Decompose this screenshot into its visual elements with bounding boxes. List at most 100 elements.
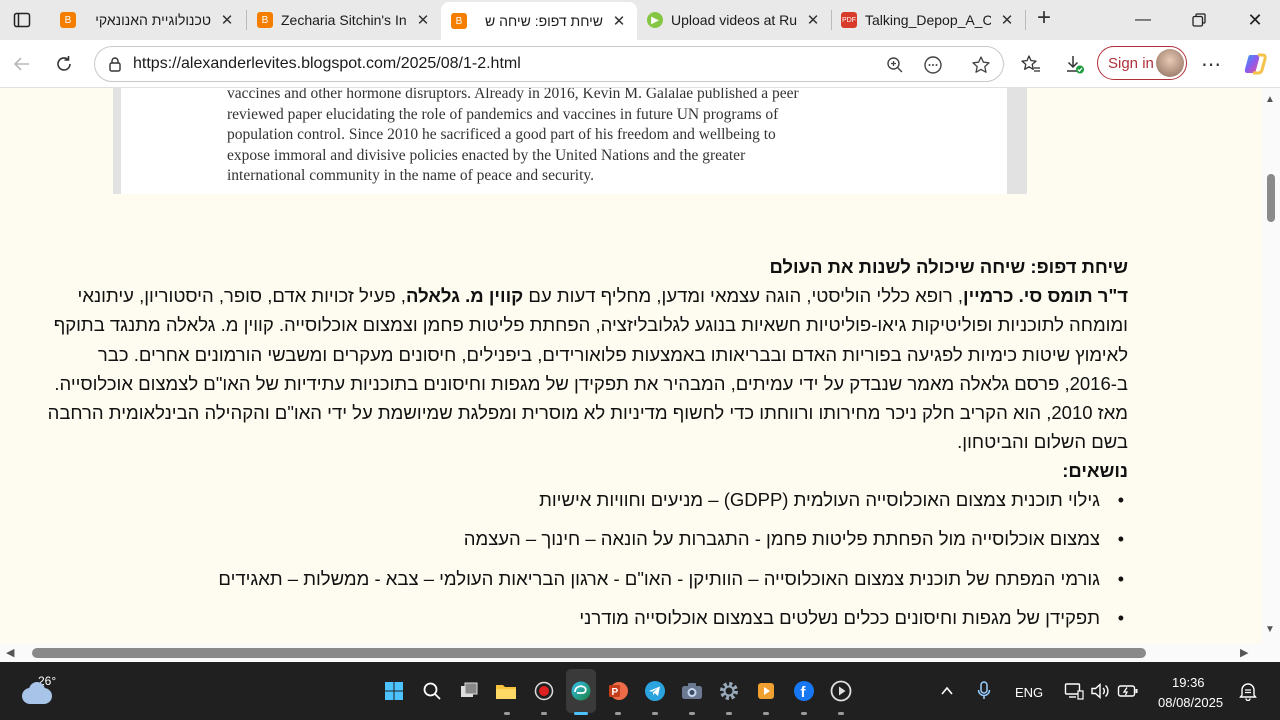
article-body: שיחת דפופ: שיחה שיכולה לשנות את העולם ד"… [40,252,1128,644]
tab-divider [1025,10,1026,30]
settings-gear-icon[interactable] [717,679,741,703]
scan-line: international community in the name of p… [227,167,594,184]
svg-text:P: P [612,687,619,698]
address-bar[interactable]: https://alexanderlevites.blogspot.com/20… [94,46,1004,82]
tab-title: שיחת דפופ: שיחה ש [485,13,603,29]
taskbar: 26° P f ENG 19:36 08/08/2025 [0,662,1280,720]
sign-in-button[interactable]: Sign in [1097,46,1187,80]
paragraph-text: , פעיל זכויות אדם, סופר, היסטוריון, עיתו… [47,285,1128,453]
settings-more-icon[interactable]: ⋯ [1195,48,1227,80]
browser-toolbar: https://alexanderlevites.blogspot.com/20… [0,40,1280,88]
chevron-up-icon[interactable] [935,679,959,703]
running-indicator [504,712,510,715]
close-icon[interactable]: ✕ [999,11,1015,29]
close-window-icon[interactable]: ✕ [1232,0,1278,40]
running-indicator [763,712,769,715]
article-heading: שיחת דפופ: שיחה שיכולה לשנות את העולם [769,256,1128,277]
close-icon[interactable]: ✕ [415,11,431,29]
article-paragraph: ד"ר תומס סי. כרמיין, רופא כללי הוליסטי, … [40,281,1128,456]
favorite-star-icon[interactable] [967,51,995,79]
horizontal-scrollbar[interactable]: ◀ ▶ [0,644,1262,662]
camera-icon[interactable] [680,679,704,703]
scanned-text: vaccines and other hormone disruptors. A… [227,88,907,187]
facebook-icon[interactable]: f [792,679,816,703]
running-indicator [726,712,732,715]
close-icon[interactable]: ✕ [219,11,235,29]
zoom-icon[interactable] [881,51,909,79]
running-indicator [689,712,695,715]
scan-line: vaccines and other hormone disruptors. A… [227,88,799,102]
list-item: תפקידן של מגפות וחיסונים ככלים נשלטים בצ… [40,608,1124,629]
tab-actions-icon[interactable] [6,4,38,36]
blogger-icon: B [60,12,76,28]
tab-bar: B טכנולוגיית האנונאקי ✕ B Zecharia Sitch… [0,0,1280,40]
back-icon[interactable] [6,48,38,80]
edge-browser-icon[interactable] [569,679,593,703]
tab-title: טכנולוגיית האנונאקי [95,12,211,28]
tab-title: Zecharia Sitchin's In [281,12,407,28]
new-tab-icon[interactable]: + [1028,2,1060,34]
person-name: ד"ר תומס סי. כרמיין [963,285,1128,307]
close-icon[interactable]: ✕ [805,11,821,29]
downloads-icon[interactable] [1058,48,1090,80]
running-indicator [801,712,807,715]
list-item: צמצום אוכלוסייה מול הפחתת פליטות פחמן - … [40,529,1124,550]
screen-recorder-icon[interactable] [532,679,556,703]
person-name: קווין מ. גלאלה [405,285,524,307]
scan-line: reviewed paper elucidating the role of p… [227,105,779,123]
volume-icon[interactable] [1088,679,1112,703]
rumble-icon: ▶ [647,12,663,28]
media-player-icon[interactable] [754,679,778,703]
battery-icon[interactable] [1116,679,1140,703]
scroll-down-icon[interactable]: ▼ [1265,624,1275,635]
scrollbar-corner [1262,644,1280,662]
vertical-scroll-thumb[interactable] [1267,174,1275,222]
running-indicator [652,712,658,715]
tab-1[interactable]: B Zecharia Sitchin's In ✕ [247,0,441,40]
tab-0[interactable]: B טכנולוגיית האנונאקי ✕ [50,0,245,40]
tab-title: Talking_Depop_A_Co [865,12,991,28]
page-viewport: vaccines and other hormone disruptors. A… [0,88,1262,644]
list-item: גילוי תוכנית צמצום האוכלוסייה העולמית (G… [40,489,1124,510]
vertical-scrollbar[interactable]: ▲ ▼ [1262,88,1280,644]
powerpoint-icon[interactable]: P [606,679,630,703]
file-explorer-icon[interactable] [494,679,518,703]
microphone-icon[interactable] [972,679,996,703]
scroll-right-icon[interactable]: ▶ [1240,646,1248,659]
windows-start-icon[interactable] [382,679,406,703]
telegram-icon[interactable] [643,679,667,703]
lock-icon[interactable] [107,56,123,72]
avatar [1156,49,1184,77]
blogger-icon: B [257,12,273,28]
weather-widget[interactable]: 26° [20,674,60,708]
clock-time[interactable]: 19:36 [1172,675,1205,690]
favorites-icon[interactable] [1015,48,1047,80]
paragraph-text: , רופא כללי הוליסטי, הוגה עצמאי ומדען, מ… [523,285,963,307]
language-indicator[interactable]: ENG [1015,685,1043,700]
close-icon[interactable]: ✕ [611,12,627,30]
restore-icon[interactable] [1176,0,1222,40]
minimize-icon[interactable]: — [1120,0,1166,40]
refresh-icon[interactable] [48,48,80,80]
tab-2-active[interactable]: B שיחת דפופ: שיחה ש ✕ [441,2,637,40]
task-view-icon[interactable] [457,679,481,703]
video-editor-icon[interactable] [829,679,853,703]
scroll-up-icon[interactable]: ▲ [1265,94,1275,105]
running-indicator [838,712,844,715]
sign-in-label: Sign in [1108,54,1154,72]
copilot-icon[interactable] [1239,48,1271,80]
horizontal-scroll-thumb[interactable] [32,648,1146,658]
search-icon[interactable] [420,679,444,703]
blogger-icon: B [451,13,467,29]
tab-4[interactable]: PDF Talking_Depop_A_Co ✕ [831,0,1025,40]
more-page-options-icon[interactable] [919,51,947,79]
notifications-bell-icon[interactable] [1236,679,1260,703]
clock-date[interactable]: 08/08/2025 [1158,695,1223,710]
url-text[interactable]: https://alexanderlevites.blogspot.com/20… [133,55,521,73]
scanned-document-image: vaccines and other hormone disruptors. A… [113,88,1027,194]
active-app-indicator [574,712,588,715]
network-icon[interactable] [1062,679,1086,703]
tab-3[interactable]: ▶ Upload videos at Ru ✕ [637,0,831,40]
running-indicator [615,712,621,715]
scroll-left-icon[interactable]: ◀ [6,646,14,659]
